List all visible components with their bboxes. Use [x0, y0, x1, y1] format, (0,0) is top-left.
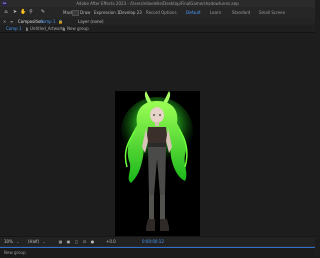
home-icon[interactable]: ⌂ [3, 8, 9, 16]
channel-icon[interactable]: ● [90, 239, 95, 244]
workspace-learn[interactable]: Learn [210, 7, 221, 18]
zoom-tool-icon[interactable]: ⚲ [28, 8, 34, 16]
workspace-standard[interactable]: Standard [232, 7, 250, 18]
transparency-grid-icon[interactable]: ▣ [66, 239, 71, 244]
composition-panel-header: × ≡ Composition Comp 1 🔒 Layer (none) [0, 18, 315, 25]
composition-name[interactable]: Comp 1 [40, 18, 56, 25]
expression-label[interactable]: Expression 1 [94, 7, 120, 18]
snapping-checkbox[interactable] [72, 10, 79, 16]
menu-icon[interactable]: ≡ [10, 18, 13, 25]
status-accent-line [0, 247, 315, 248]
resolution-chevron-icon: ⌄ [42, 239, 46, 244]
exposure-value[interactable]: +0.0 [106, 237, 116, 246]
window-title: Adobe After Effects 2023 - /Users/ellael… [76, 1, 239, 6]
tab-arrow-icon [63, 27, 65, 31]
hand-tool-icon[interactable]: ✋ [20, 8, 26, 16]
workspace-default[interactable]: Default [186, 7, 201, 18]
magnification-dropdown[interactable]: 30% [4, 237, 13, 246]
composition-viewer[interactable] [0, 33, 315, 243]
record-options-label[interactable]: Record Options [146, 7, 177, 18]
character-artwork [121, 91, 193, 231]
region-of-interest-icon[interactable]: ⊡ [82, 239, 87, 244]
selection-tool-icon[interactable]: ➤ [12, 8, 18, 16]
draw-label[interactable]: Draw [80, 7, 90, 18]
workspace-small-screen[interactable]: Small Screen [259, 7, 285, 18]
status-text: New group [4, 250, 26, 255]
magnification-chevron-icon: ⌄ [16, 239, 20, 244]
pen-tool-icon[interactable]: ✎ [40, 8, 46, 16]
current-time-display[interactable]: 0:00:00:12 [142, 237, 164, 246]
mask-visibility-icon[interactable]: ◻ [74, 239, 79, 244]
window-title-bar: Ae Adobe After Effects 2023 - /Users/ell… [0, 0, 315, 7]
status-bar: New group [0, 246, 315, 258]
after-effects-logo: Ae [2, 1, 7, 6]
develop-label[interactable]: Develop 23 [119, 7, 142, 18]
composition-frame[interactable] [115, 91, 200, 243]
tab-arrow-icon [26, 27, 28, 31]
resolution-dropdown[interactable]: (Half) [28, 237, 39, 246]
composition-tabs: Comp 1 Untitled_Artwork New group [0, 25, 315, 33]
tab-untitled-artwork[interactable]: Untitled_Artwork [30, 25, 63, 32]
fast-previews-icon[interactable]: ▦ [58, 239, 63, 244]
viewer-controls-bar: 30% ⌄ (Half) ⌄ ▦ ▣ ◻ ⊡ ● +0.0 0:00:00:12 [0, 236, 315, 246]
tab-new-group[interactable]: New group [67, 25, 89, 32]
layer-panel-label[interactable]: Layer (none) [78, 18, 104, 25]
lock-icon[interactable]: 🔒 [58, 18, 63, 25]
close-panel-icon[interactable]: × [3, 18, 6, 25]
tab-comp-1[interactable]: Comp 1 [6, 25, 22, 32]
